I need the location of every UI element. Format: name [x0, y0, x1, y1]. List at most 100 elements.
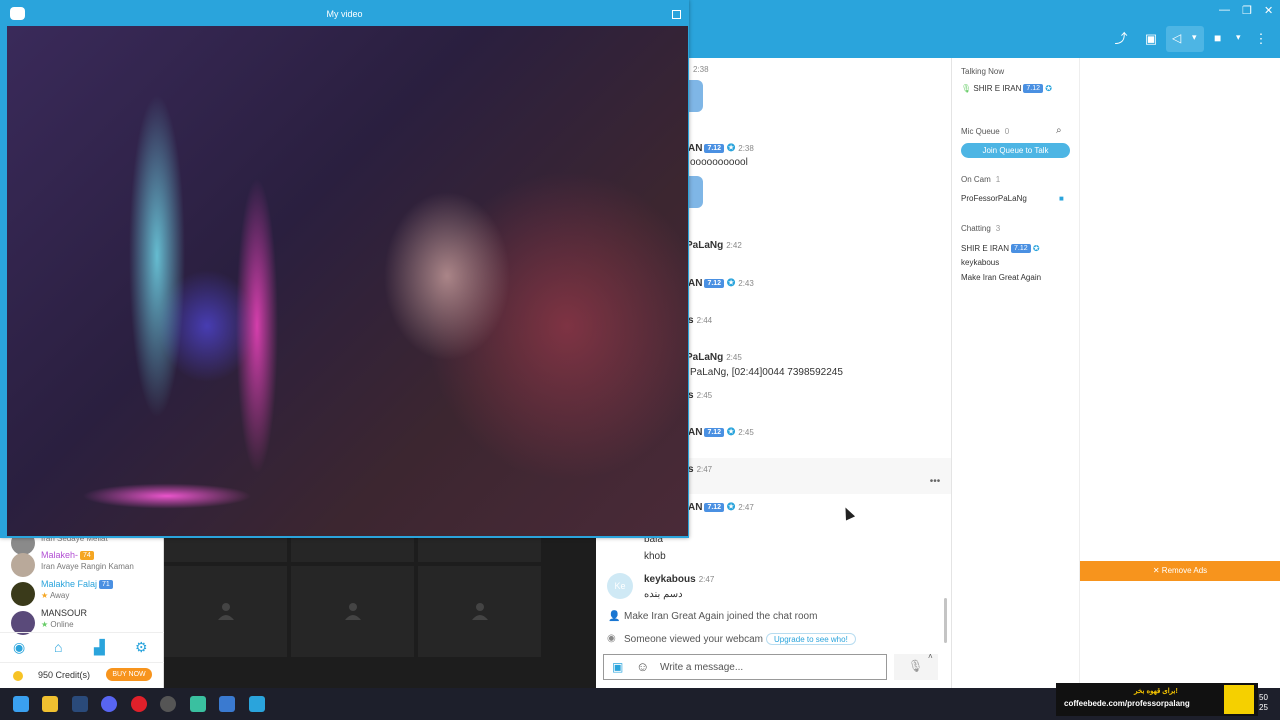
- coffee-overlay: برای قهوه بخر! coffeebede.com/professorp…: [1056, 683, 1258, 716]
- video-camera-icon[interactable]: ■: [1059, 194, 1064, 203]
- minimize-icon[interactable]: —: [1219, 4, 1230, 16]
- avatar[interactable]: Ke: [607, 573, 633, 599]
- message-header: AN 7.12 ✪ 2:45: [688, 427, 754, 438]
- system-join-message: Make Iran Great Again joined the chat ro…: [624, 611, 818, 622]
- ads-column: ✕ Remove Ads: [1080, 58, 1280, 688]
- user-list-item[interactable]: Malakeh- 74 Iran Avaye Rangin Kaman: [0, 550, 164, 580]
- emoji-icon[interactable]: ☺: [636, 659, 649, 674]
- talking-now-heading: Talking Now: [961, 67, 1005, 76]
- message-input-row: ▣ ☺: [603, 654, 887, 680]
- chevron-down-icon: ▾: [1236, 32, 1241, 42]
- message-text: khob: [644, 551, 666, 562]
- message-text: ooooooooool: [690, 157, 748, 168]
- remove-ads-button[interactable]: ✕ Remove Ads: [1080, 561, 1280, 581]
- chatting-heading: Chatting 3: [961, 224, 1001, 233]
- chat-scrollbar[interactable]: [944, 598, 947, 643]
- message-header: PaLaNg 2:42: [686, 240, 742, 251]
- sidebar-nav: ◉ ⌂ ▟ ⚙: [0, 632, 164, 662]
- webcam-video-feed: [7, 26, 688, 536]
- message-header: s 2:47: [688, 464, 713, 475]
- coin-icon: [13, 671, 23, 681]
- message-header: s 2:44: [688, 315, 713, 326]
- message-header: AN 7.12 ✪ 2:43: [688, 278, 754, 289]
- megaphone-icon: ◁: [1172, 31, 1182, 45]
- message-text: دسم بنده: [644, 589, 683, 600]
- search-icon[interactable]: ⌕: [1056, 125, 1062, 136]
- announce-button[interactable]: ◁ ▾: [1166, 26, 1204, 52]
- home-icon[interactable]: ⌂: [54, 639, 62, 655]
- chatting-user[interactable]: keykabous: [961, 258, 999, 267]
- coffee-url: coffeebede.com/professorpalang: [1064, 699, 1190, 708]
- mic-icon: 🎙: [961, 84, 972, 93]
- person-icon: [472, 603, 488, 620]
- away-icon: ★: [41, 591, 50, 600]
- chat-app-icon[interactable]: [249, 696, 265, 712]
- video-slot[interactable]: [164, 566, 287, 657]
- avatar: [11, 553, 35, 577]
- online-icon: ★: [41, 620, 51, 629]
- star-badge-icon: ✪: [1045, 84, 1052, 93]
- talking-user[interactable]: 🎙 SHIR E IRAN 7.12 ✪: [961, 84, 1052, 94]
- avatar: [11, 582, 35, 606]
- video-slot[interactable]: [291, 566, 414, 657]
- user-status: ★ Away: [41, 591, 70, 600]
- person-icon: 👤: [608, 611, 621, 622]
- camera-button[interactable]: ■ ▾: [1208, 26, 1248, 52]
- file-explorer-icon[interactable]: [42, 696, 58, 712]
- app-icon[interactable]: [219, 696, 235, 712]
- sticker-image: [689, 176, 703, 208]
- person-icon: [345, 603, 361, 620]
- push-to-talk-button[interactable]: 🎙 ˄: [894, 652, 938, 680]
- message-header: PaLaNg 2:45: [686, 352, 742, 363]
- user-status: ★ Online: [41, 620, 74, 629]
- message-header: AN 7.12 ✪ 2:38: [688, 143, 754, 154]
- media-player-icon[interactable]: [160, 696, 176, 712]
- settings-icon[interactable]: ⚙: [135, 639, 148, 656]
- user-list-item[interactable]: Malakhe Falaj 71 ★ Away: [0, 579, 164, 609]
- on-cam-heading: On Cam 1: [961, 175, 1001, 184]
- user-name: Malakhe Falaj 71: [41, 579, 113, 590]
- user-name: Malakeh- 74: [41, 550, 94, 561]
- user-name: MANSOUR: [41, 608, 88, 618]
- level-badge: 74: [80, 551, 94, 561]
- gift-icon[interactable]: ▣: [612, 660, 623, 674]
- credits-bar: 950 Credit(s) BUY NOW: [0, 662, 164, 688]
- coffee-cup-icon: [1224, 685, 1254, 714]
- chatting-user[interactable]: Make Iran Great Again: [961, 273, 1041, 282]
- chatting-user[interactable]: SHIR E IRAN 7.12 ✪: [961, 244, 1040, 254]
- compass-icon[interactable]: ◉: [13, 639, 25, 656]
- buy-now-button[interactable]: BUY NOW: [106, 668, 152, 681]
- restore-icon[interactable]: ❐: [1242, 4, 1252, 17]
- my-video-window[interactable]: My video: [0, 0, 689, 538]
- on-cam-user[interactable]: ProFessorPaLaNg: [961, 194, 1027, 203]
- upgrade-link[interactable]: Upgrade to see who!: [765, 633, 856, 645]
- credits-label: 950 Credit(s): [38, 670, 91, 680]
- message-header: keykabous 2:47: [644, 574, 715, 585]
- video-slot[interactable]: [418, 566, 541, 657]
- chevron-down-icon: ▾: [1192, 32, 1197, 42]
- more-menu-icon[interactable]: ⋮: [1252, 30, 1270, 48]
- system-clock: 50 25: [1259, 693, 1268, 712]
- system-view-message: Someone viewed your webcam Upgrade to see…: [624, 633, 856, 645]
- opera-icon[interactable]: [131, 696, 147, 712]
- message-header: s 2:45: [688, 390, 713, 401]
- message-text: PaLaNg, [02:44]0044 7398592245: [690, 367, 843, 378]
- message-header: 2:38: [693, 65, 709, 74]
- share-icon[interactable]: ⤴: [1112, 30, 1130, 48]
- message-options-button[interactable]: •••: [926, 477, 944, 491]
- steam-icon[interactable]: [72, 696, 88, 712]
- popout-icon[interactable]: [672, 10, 681, 19]
- room-info-panel: Talking Now 🎙 SHIR E IRAN 7.12 ✪ Mic Queu…: [952, 58, 1080, 688]
- windows-start-icon[interactable]: [13, 696, 29, 712]
- mic-muted-icon: 🎙: [908, 659, 924, 673]
- join-queue-button[interactable]: Join Queue to Talk: [961, 143, 1070, 158]
- leaderboard-icon[interactable]: ▟: [94, 639, 105, 656]
- discord-icon[interactable]: [101, 696, 117, 712]
- message-input[interactable]: [660, 659, 880, 675]
- app-icon[interactable]: [190, 696, 206, 712]
- user-status: Iran Avaye Rangin Kaman: [41, 562, 134, 571]
- person-icon: [218, 603, 234, 620]
- gift-icon[interactable]: ▣: [1142, 30, 1160, 48]
- close-icon[interactable]: ✕: [1264, 4, 1273, 17]
- message-header: AN 7.12 ✪ 2:47: [688, 502, 754, 513]
